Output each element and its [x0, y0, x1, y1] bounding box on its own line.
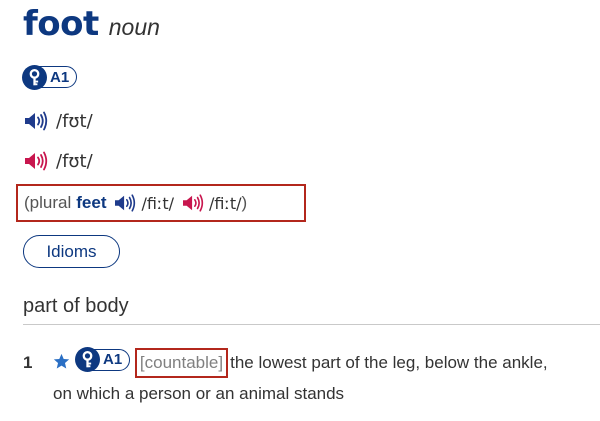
sense-item: 1 A1 [countable] the lowest part of the le…: [23, 347, 593, 409]
level-label: A1: [50, 68, 70, 86]
headword: foot: [23, 4, 99, 44]
idioms-button[interactable]: Idioms: [23, 235, 120, 268]
divider: [23, 324, 600, 325]
key-icon: [22, 64, 47, 90]
key-icon: [75, 347, 100, 372]
grammar-label: [countable]: [134, 348, 229, 378]
plural-pron-us: /fiːt/: [209, 193, 242, 213]
speaker-us-icon[interactable]: [23, 150, 49, 172]
pron-us-ipa: /fʊt/: [56, 150, 93, 172]
definition-line-1: the lowest part of the leg, below the an…: [230, 353, 548, 372]
plural-form: feet: [76, 193, 107, 212]
speaker-uk-icon[interactable]: [113, 193, 137, 213]
speaker-us-icon[interactable]: [181, 193, 205, 213]
sense-number: 1: [23, 353, 33, 372]
plural-prefix: (plural: [24, 193, 72, 212]
level-badge[interactable]: A1: [22, 64, 78, 90]
sense-level-badge[interactable]: A1: [75, 347, 131, 372]
plural-suffix: ): [241, 193, 248, 212]
part-of-speech: noun: [108, 14, 160, 40]
speaker-uk-icon[interactable]: [23, 110, 49, 132]
pron-uk-row: /fʊt/: [23, 110, 93, 132]
star-icon: [53, 353, 70, 369]
pron-us-row: /fʊt/: [23, 150, 93, 172]
plural-pron-uk: /fiːt/: [141, 193, 175, 213]
definition-line-2: on which a person or an animal stands: [53, 384, 345, 403]
sense-group-heading: part of body: [23, 295, 129, 317]
level-badge-wrapper: A1: [22, 64, 78, 95]
pron-uk-ipa: /fʊt/: [56, 110, 93, 132]
level-label: A1: [103, 351, 123, 368]
plural-info: (plural feet /fiːt/ /fiːt/ ): [16, 184, 306, 222]
entry-header: foot noun: [23, 4, 160, 44]
